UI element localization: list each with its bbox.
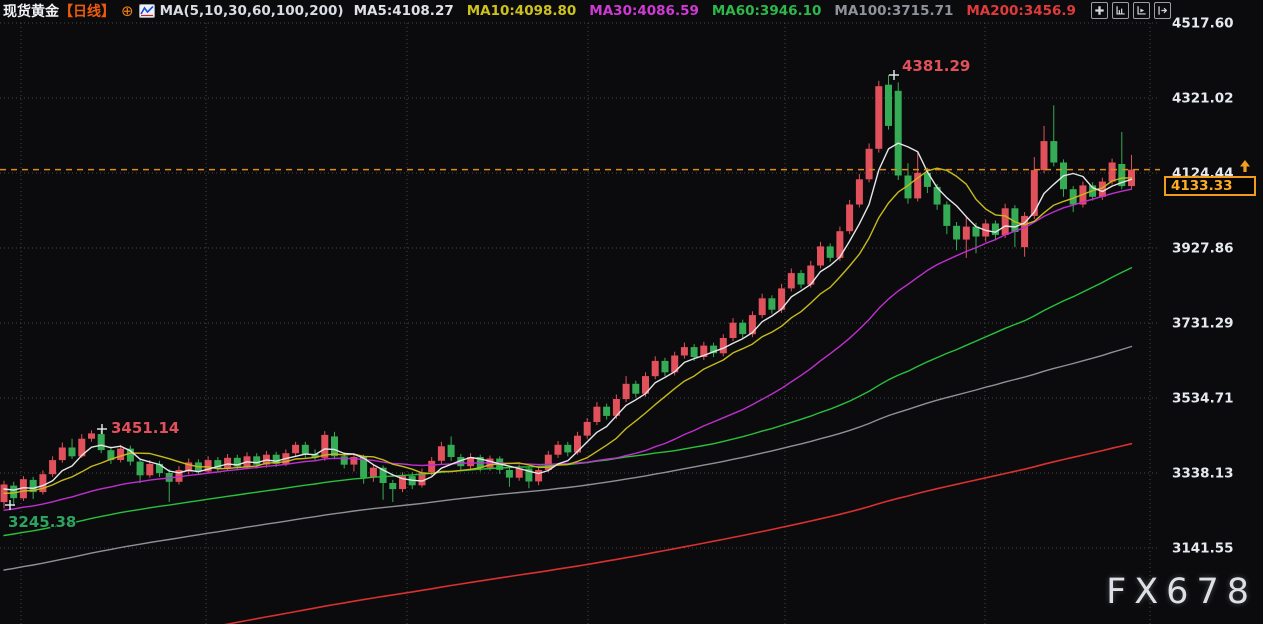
add-indicator-icon[interactable]: ⊕ <box>121 2 134 20</box>
ma200-value: MA200:3456.9 <box>966 3 1076 19</box>
ma100-value: MA100:3715.71 <box>834 3 953 19</box>
svg-text:3245.38: 3245.38 <box>8 513 76 531</box>
chart-header: 现货黄金 【日线】 ⊕ MA(5,10,30,60,100,200) MA5:4… <box>0 0 1263 22</box>
gold-daily-chart-app: 4381.293451.143245.384517.604321.024124.… <box>0 0 1263 624</box>
ma5-value: MA5:4108.27 <box>354 3 454 19</box>
last-price-tag: 4133.33 <box>1164 176 1256 196</box>
watermark: FX678 <box>1106 572 1257 612</box>
ma10-value: MA10:4098.80 <box>467 3 577 19</box>
period-label: 【日线】 <box>59 1 115 21</box>
svg-text:3338.13: 3338.13 <box>1172 465 1234 481</box>
svg-text:3534.71: 3534.71 <box>1172 390 1234 406</box>
svg-text:3141.55: 3141.55 <box>1172 540 1234 556</box>
svg-text:3731.29: 3731.29 <box>1172 315 1234 331</box>
candlestick-chart[interactable]: 4381.293451.143245.384517.604321.024124.… <box>0 0 1263 624</box>
svg-text:4381.29: 4381.29 <box>902 57 970 75</box>
svg-text:3927.86: 3927.86 <box>1172 241 1234 257</box>
ma-settings-label[interactable]: MA(5,10,30,60,100,200) <box>160 3 344 19</box>
svg-text:3451.14: 3451.14 <box>111 419 179 437</box>
last-price-value: 4133.33 <box>1171 178 1233 194</box>
scroll-to-latest-arrow-icon[interactable] <box>1238 158 1252 177</box>
ma30-value: MA30:4086.59 <box>589 3 699 19</box>
ma60-value: MA60:3946.10 <box>712 3 822 19</box>
indicator-chart-icon <box>139 4 155 18</box>
instrument-title: 现货黄金 <box>3 1 59 21</box>
svg-text:4321.02: 4321.02 <box>1172 91 1234 107</box>
